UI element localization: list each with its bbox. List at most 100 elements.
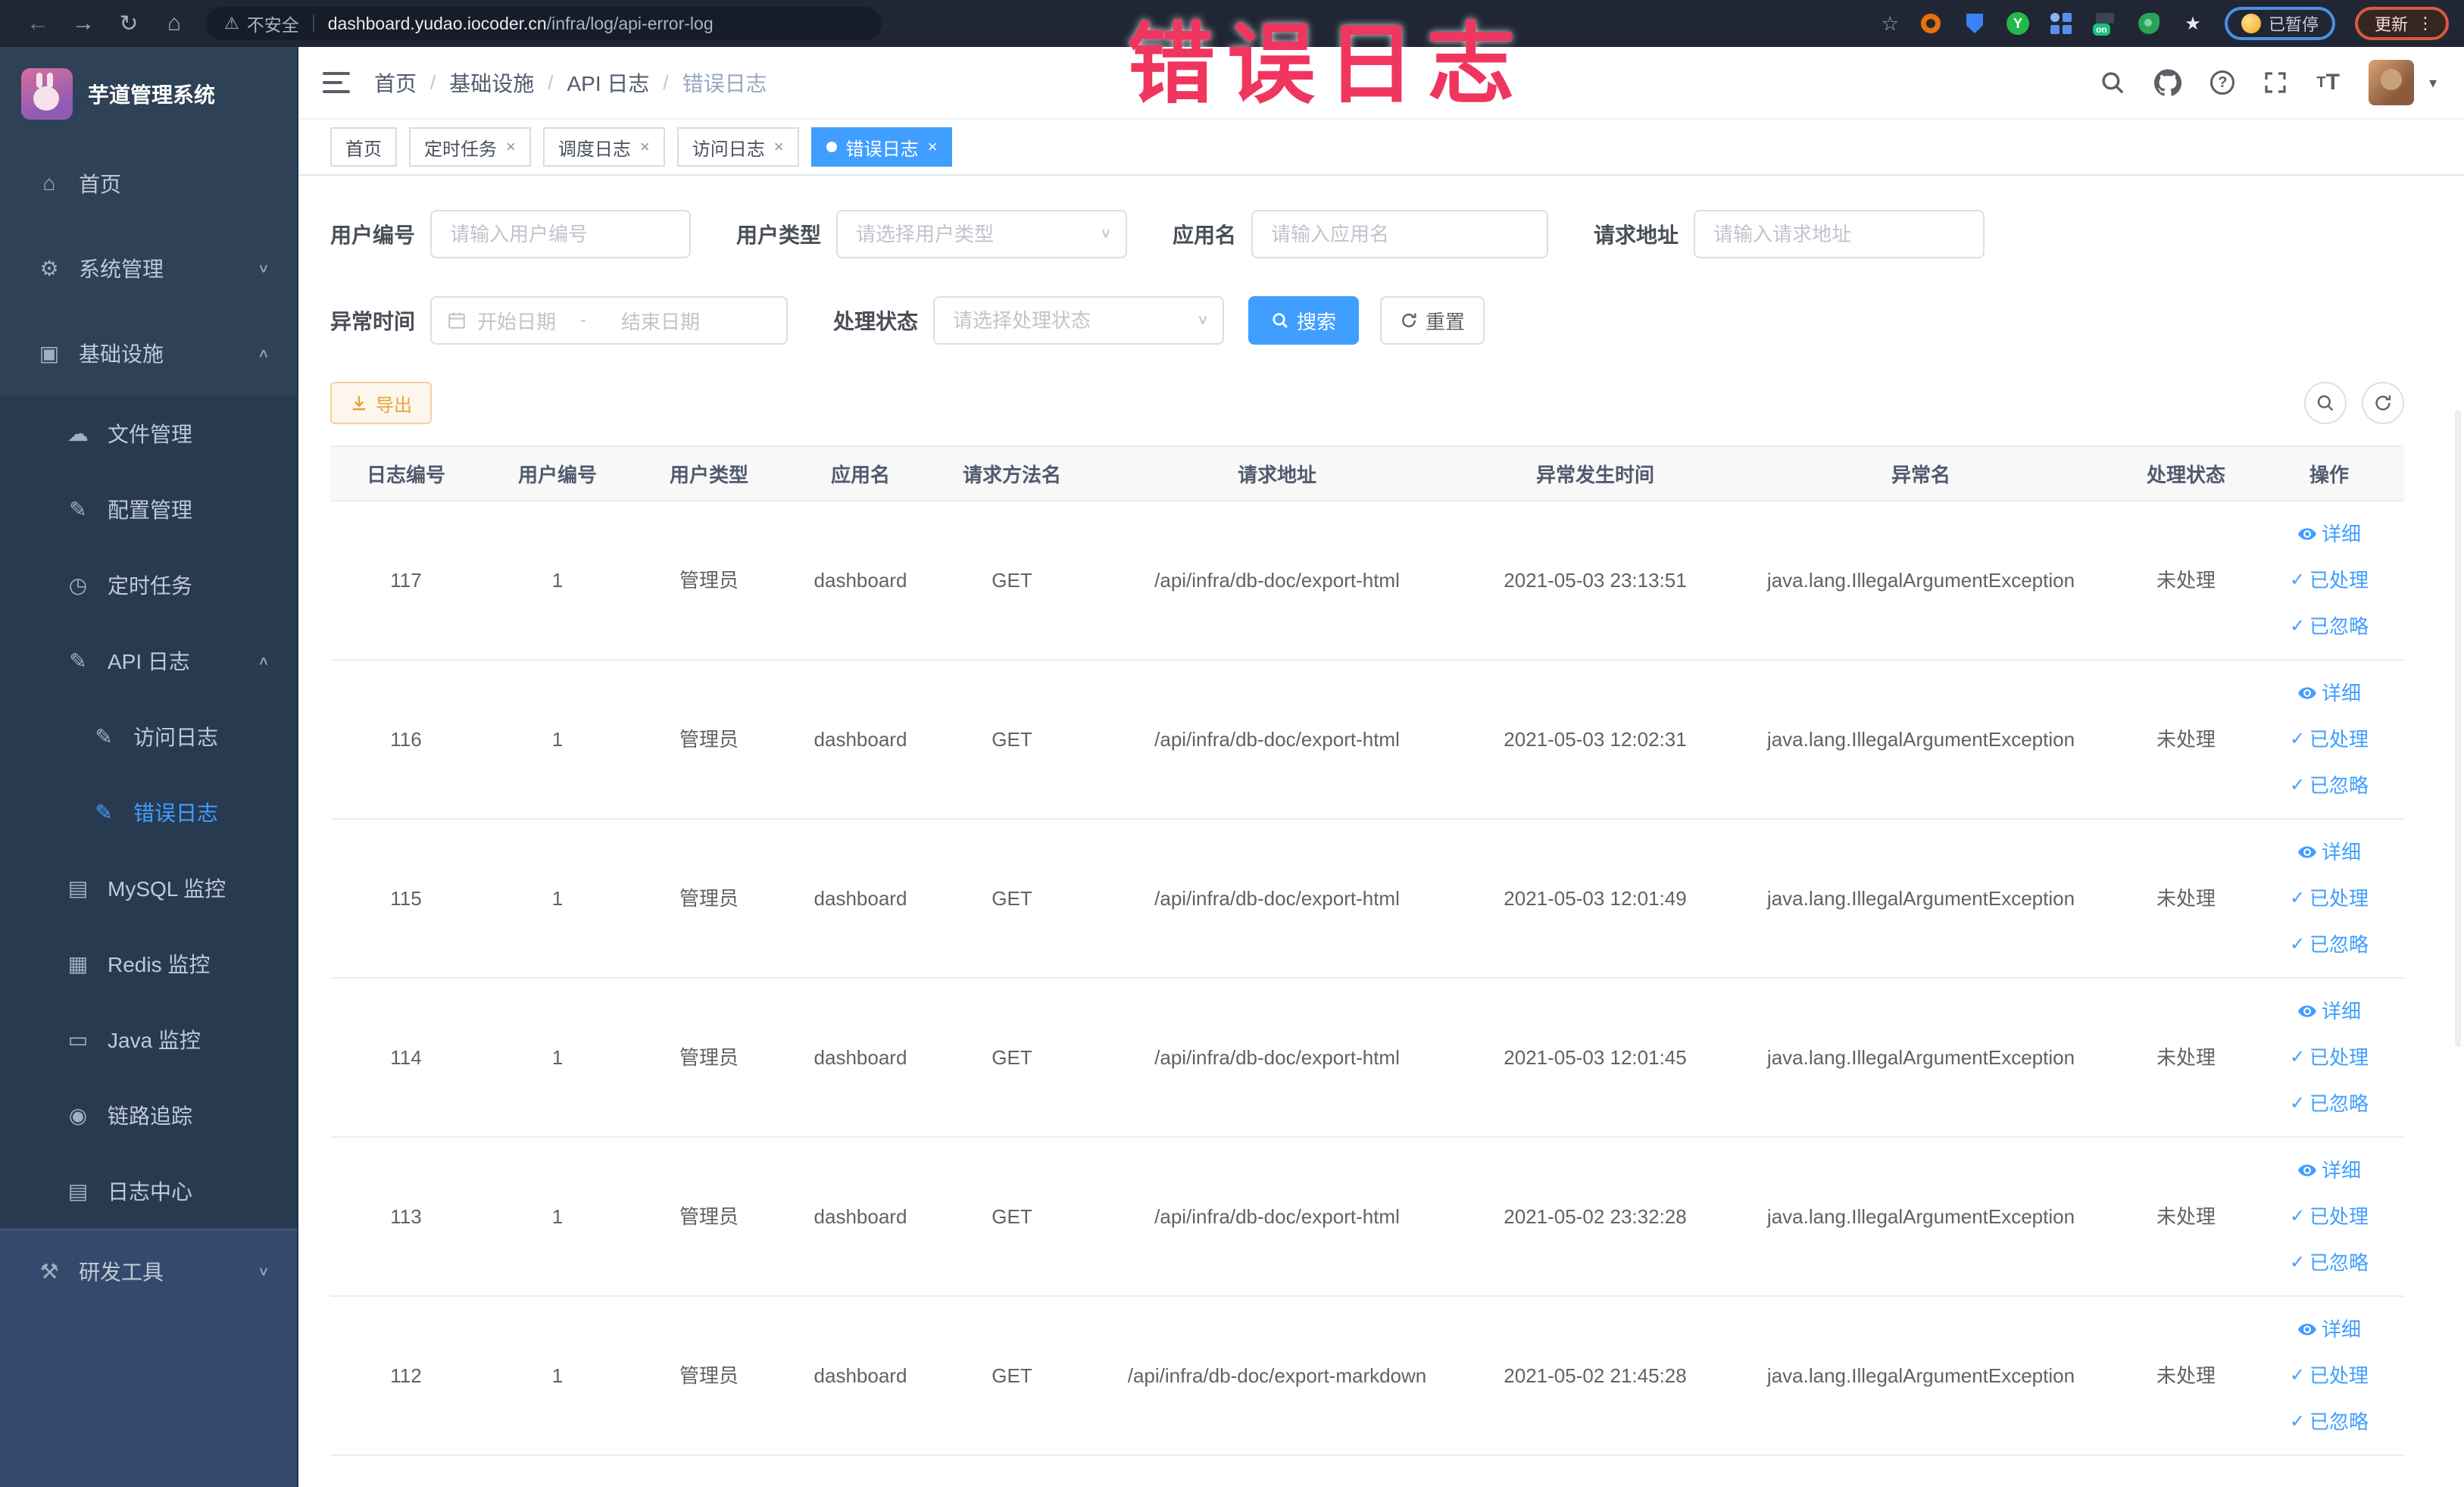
cell-user_type: 管理员: [679, 1204, 739, 1228]
sidebar-item-config[interactable]: ✎ 配置管理: [0, 471, 297, 547]
processed-link[interactable]: ✓ 已处理: [2290, 725, 2369, 754]
cell-url: /api/infra/db-doc/export-html: [1154, 1045, 1400, 1069]
request-url-input[interactable]: [1694, 210, 1985, 258]
detail-link[interactable]: 详细: [2297, 520, 2361, 549]
close-icon[interactable]: ×: [774, 137, 784, 157]
extension-green-icon[interactable]: Y: [2006, 12, 2029, 35]
tab-2[interactable]: 调度日志 ×: [542, 127, 665, 167]
browser-menu-icon[interactable]: ⋮: [2417, 15, 2434, 32]
sidebar-item-label: 文件管理: [108, 423, 193, 446]
ignored-link[interactable]: ✓ 已忽略: [2290, 1407, 2369, 1437]
tab-1[interactable]: 定时任务 ×: [409, 127, 531, 167]
toggle-search-button[interactable]: [2304, 382, 2347, 424]
sidebar-item-job[interactable]: ◷ 定时任务: [0, 547, 297, 623]
font-size-icon[interactable]: TT: [2316, 70, 2340, 95]
check-icon: ✓: [2289, 934, 2306, 954]
processed-link[interactable]: ✓ 已处理: [2290, 884, 2369, 914]
sidebar-logo[interactable]: 芋道管理系统: [0, 47, 297, 141]
app-root: ← → ↻ ⌂ ⚠ 不安全 dashboard.yudao.iocoder.cn…: [0, 0, 2464, 1487]
check-icon: ✓: [2289, 729, 2306, 749]
file-icon: ☁: [67, 421, 89, 445]
ignored-link[interactable]: ✓ 已忽略: [2290, 771, 2369, 801]
detail-link[interactable]: 详细: [2297, 838, 2361, 867]
reload-icon[interactable]: ↻: [106, 11, 151, 37]
user-avatar[interactable]: [2368, 60, 2414, 105]
fullscreen-icon[interactable]: [2263, 70, 2288, 95]
tab-4[interactable]: 错误日志 ×: [810, 127, 953, 167]
refresh-button[interactable]: [2362, 382, 2404, 424]
column-header-2: 用户类型: [669, 463, 748, 486]
browser-home-icon[interactable]: ⌂: [151, 11, 197, 36]
processed-link[interactable]: ✓ 已处理: [2290, 1043, 2369, 1073]
processed-link[interactable]: ✓ 已处理: [2290, 1202, 2369, 1232]
sidebar-item-mysql[interactable]: ▤ MySQL 监控: [0, 850, 297, 926]
browser-update-button[interactable]: 更新 ⋮: [2354, 7, 2449, 40]
user-id-input[interactable]: [430, 210, 692, 258]
sidebar-item-accesslog[interactable]: ✎ 访问日志: [0, 698, 297, 774]
breadcrumb-api-log[interactable]: API 日志: [567, 67, 650, 98]
sidebar-item-home[interactable]: ⌂ 首页: [0, 141, 297, 226]
ignored-link[interactable]: ✓ 已忽略: [2290, 930, 2369, 960]
breadcrumb-infra[interactable]: 基础设施: [449, 67, 534, 98]
tab-3[interactable]: 访问日志 ×: [676, 127, 799, 167]
address-bar[interactable]: ⚠ 不安全 dashboard.yudao.iocoder.cn/infra/l…: [206, 7, 882, 40]
sidebar-item-label: 系统管理: [79, 258, 164, 281]
sidebar-item-label: 日志中心: [108, 1180, 193, 1204]
cell-url: /api/infra/db-doc/export-html: [1154, 727, 1400, 751]
hamburger-icon[interactable]: [323, 72, 350, 93]
sidebar-item-gear[interactable]: ⚙ 系统管理 ∨: [0, 226, 297, 311]
ignored-link[interactable]: ✓ 已忽略: [2290, 1248, 2369, 1278]
sidebar-item-logcenter[interactable]: ▤ 日志中心: [0, 1153, 297, 1229]
profile-paused-badge[interactable]: 已暂停: [2224, 7, 2335, 40]
processed-link[interactable]: ✓ 已处理: [2290, 1361, 2369, 1391]
app-title: 芋道管理系统: [88, 83, 216, 107]
back-icon[interactable]: ←: [15, 11, 61, 36]
search-button[interactable]: 搜索: [1248, 296, 1360, 345]
cell-time: 2021-05-03 12:01:45: [1504, 1045, 1687, 1069]
sidebar-item-redis[interactable]: ▦ Redis 监控: [0, 926, 297, 1001]
chevron-down-icon[interactable]: ▾: [2429, 73, 2437, 92]
search-icon[interactable]: [2100, 70, 2125, 95]
process-status-select[interactable]: ∨: [933, 296, 1225, 345]
sidebar-item-label: API 日志: [108, 650, 190, 673]
sidebar-item-devtools[interactable]: ⚒ 研发工具 ∨: [0, 1230, 297, 1312]
close-icon[interactable]: ×: [928, 137, 938, 157]
ignored-link[interactable]: ✓ 已忽略: [2290, 612, 2369, 642]
extension-donut-icon[interactable]: [1919, 11, 1943, 36]
close-icon[interactable]: ×: [640, 137, 650, 157]
extension-switch-icon[interactable]: on: [2092, 11, 2117, 36]
detail-link[interactable]: 详细: [2297, 679, 2361, 708]
ignored-link[interactable]: ✓ 已忽略: [2290, 1089, 2369, 1119]
close-icon[interactable]: ×: [506, 137, 516, 157]
extension-shield-icon[interactable]: [1963, 11, 1987, 36]
forward-icon[interactable]: →: [61, 11, 106, 36]
vertical-scrollbar[interactable]: [2455, 411, 2461, 1047]
sidebar-item-errorlog[interactable]: ✎ 错误日志: [0, 774, 297, 850]
processed-link[interactable]: ✓ 已处理: [2290, 566, 2369, 595]
sidebar-item-file[interactable]: ☁ 文件管理: [0, 395, 297, 471]
date-range-picker[interactable]: 开始日期 - 结束日期: [430, 296, 789, 345]
export-button[interactable]: 导出: [330, 382, 432, 424]
table-toolbar: 导出: [330, 382, 2404, 424]
github-icon[interactable]: [2154, 69, 2182, 96]
app-name-input[interactable]: [1251, 210, 1549, 258]
sidebar-item-trace[interactable]: ◉ 链路追踪: [0, 1077, 297, 1153]
url-text: dashboard.yudao.iocoder.cn/infra/log/api…: [327, 13, 714, 33]
sidebar: 芋道管理系统 ⌂ 首页 ⚙ 系统管理 ∨ ▣ 基础设施 ∧ ☁ 文件管理 ✎ 配置管理 ◷ 定时任务 ✎ AP…: [0, 47, 298, 1487]
user-type-select[interactable]: ∨: [836, 210, 1128, 258]
extension-pin-icon[interactable]: ★: [2181, 11, 2205, 36]
tab-0[interactable]: 首页: [330, 127, 397, 167]
extension-grid-icon[interactable]: [2049, 11, 2073, 36]
help-icon[interactable]: ?: [2210, 70, 2235, 95]
detail-link[interactable]: 详细: [2297, 1156, 2361, 1186]
reset-button[interactable]: 重置: [1380, 296, 1485, 345]
sidebar-item-java[interactable]: ▭ Java 监控: [0, 1001, 297, 1077]
bookmark-star-icon[interactable]: ☆: [1882, 12, 1899, 36]
detail-link[interactable]: 详细: [2297, 997, 2361, 1026]
detail-link[interactable]: 详细: [2297, 1315, 2361, 1345]
sidebar-item-infra[interactable]: ▣ 基础设施 ∧: [0, 311, 297, 395]
breadcrumb-home[interactable]: 首页: [374, 67, 417, 98]
sidebar-item-apilog[interactable]: ✎ API 日志 ∧: [0, 623, 297, 698]
app-name-label: 应用名: [1173, 223, 1237, 247]
extension-leaf-icon[interactable]: [2137, 11, 2161, 36]
